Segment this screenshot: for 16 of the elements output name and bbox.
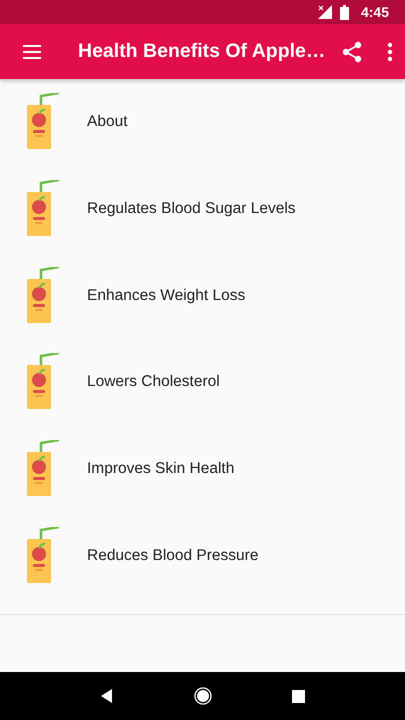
status-time: 4:45: [360, 4, 389, 20]
app-title: Health Benefits Of Apple…: [78, 40, 326, 63]
battery-icon: [340, 4, 349, 20]
juice-box-icon: [26, 526, 60, 585]
list-item[interactable]: Reduces Blood Pressure: [0, 512, 405, 600]
list-item[interactable]: Regulates Blood Sugar Levels: [0, 166, 405, 252]
juice-box-icon: [26, 266, 60, 325]
list-item[interactable]: Improves Skin Health: [0, 426, 405, 512]
list-item[interactable]: Lowers Cholesterol: [0, 339, 405, 426]
juice-box-icon: [26, 440, 60, 498]
list-item[interactable]: Enhances Weight Loss: [0, 252, 405, 340]
juice-box-icon: [26, 180, 60, 238]
juice-box-icon: [26, 353, 60, 412]
signal-icon: [318, 5, 332, 19]
list-item[interactable]: About: [0, 79, 405, 166]
juice-box-icon: [26, 93, 60, 152]
